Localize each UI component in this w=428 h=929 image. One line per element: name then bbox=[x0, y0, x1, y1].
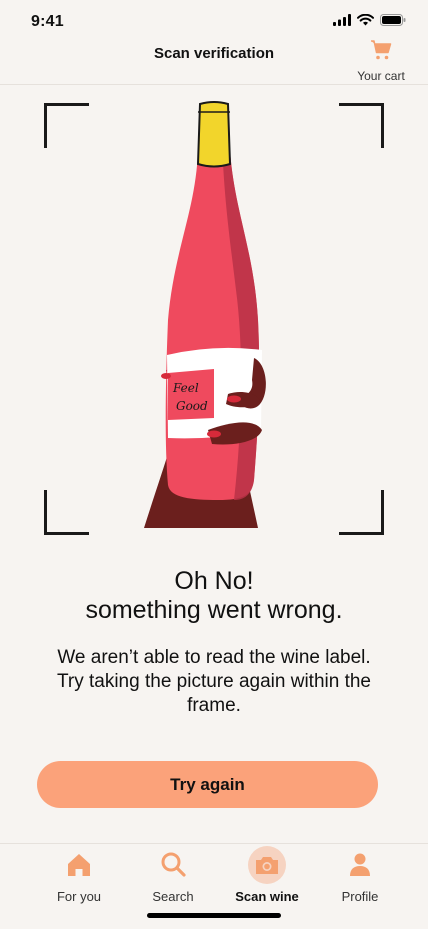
battery-icon bbox=[380, 14, 406, 26]
camera-icon bbox=[256, 857, 278, 874]
profile-icon bbox=[350, 853, 370, 876]
error-message: We aren’t able to read the wine label. T… bbox=[56, 647, 372, 716]
tab-label-profile: Profile bbox=[341, 889, 379, 904]
tab-label-for-you: For you bbox=[56, 889, 102, 904]
bottle-label-line2: Good bbox=[176, 399, 208, 413]
status-time: 9:41 bbox=[31, 13, 64, 30]
error-title-line1: Oh No! bbox=[174, 567, 254, 595]
tab-label-scan-wine: Scan wine bbox=[235, 889, 299, 904]
frame-corner-bottom-left bbox=[44, 490, 89, 535]
cart-label: Your cart bbox=[357, 69, 405, 83]
wine-bottle-illustration: Feel Good bbox=[144, 101, 266, 528]
tab-for-you[interactable]: For you bbox=[34, 844, 124, 914]
search-icon bbox=[161, 852, 186, 877]
frame-corner-bottom-right bbox=[339, 490, 384, 535]
tab-profile[interactable]: Profile bbox=[315, 844, 405, 914]
try-again-button[interactable]: Try again bbox=[37, 761, 378, 808]
tab-label-search: Search bbox=[152, 889, 194, 904]
bottle-label-line1: Feel bbox=[172, 381, 199, 395]
error-title-line2: something went wrong. bbox=[85, 596, 343, 624]
frame-corner-top-left bbox=[44, 103, 89, 148]
home-indicator bbox=[147, 913, 281, 918]
cart-button[interactable]: Your cart bbox=[353, 38, 409, 83]
header: Scan verification Your cart bbox=[0, 40, 428, 85]
frame-corner-top-right bbox=[339, 103, 384, 148]
wifi-icon bbox=[357, 14, 374, 26]
home-icon bbox=[68, 854, 90, 876]
error-title: Oh No! something went wrong. bbox=[0, 567, 428, 625]
signal-icon bbox=[333, 14, 351, 26]
cart-icon bbox=[371, 40, 392, 60]
status-icons bbox=[333, 14, 406, 26]
tab-search[interactable]: Search bbox=[128, 844, 218, 914]
scan-frame: Feel Good bbox=[0, 85, 428, 545]
tab-scan-wine[interactable]: Scan wine bbox=[222, 844, 312, 914]
